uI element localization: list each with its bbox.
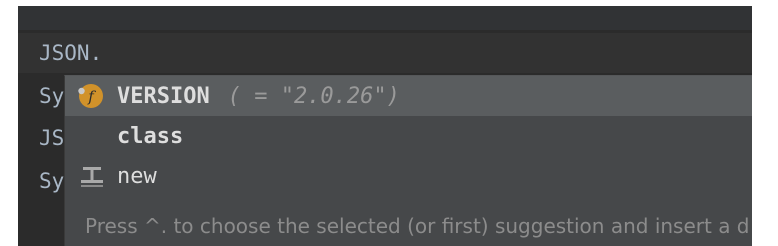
completion-hint: Press ^. to choose the selected (or firs… bbox=[85, 214, 750, 238]
completion-popup: f VERSION ( = "2.0.26") class new Press … bbox=[64, 75, 752, 246]
completion-item-version[interactable]: f VERSION ( = "2.0.26") bbox=[65, 76, 752, 116]
completion-item-name: class bbox=[117, 123, 184, 149]
completion-item-class[interactable]: class bbox=[65, 116, 752, 156]
code-line-3[interactable]: JS bbox=[39, 118, 64, 158]
completion-item-name: new bbox=[117, 163, 157, 189]
completion-item-name: VERSION bbox=[117, 83, 210, 109]
editor-top-strip bbox=[18, 6, 752, 30]
code-line-4[interactable]: Sy bbox=[39, 161, 64, 201]
code-line-1[interactable]: JSON. bbox=[18, 33, 752, 73]
completion-item-tail: ( = "2.0.26") bbox=[227, 83, 400, 109]
completion-item-new[interactable]: new bbox=[65, 156, 752, 196]
code-line-2[interactable]: Sy bbox=[39, 76, 64, 116]
code-editor[interactable]: JSON. Sy JS Sy f VERSION ( = "2.0.26") c… bbox=[18, 6, 752, 246]
field-icon: f bbox=[78, 84, 103, 108]
constructor-icon bbox=[81, 167, 103, 187]
